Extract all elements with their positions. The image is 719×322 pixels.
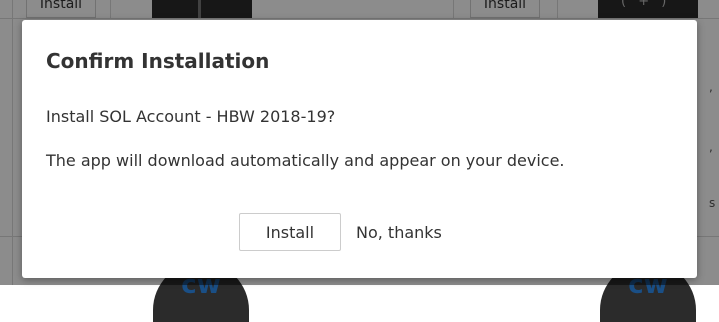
no-thanks-button[interactable]: No, thanks <box>342 213 456 251</box>
confirm-installation-dialog: Confirm Installation Install SOL Account… <box>22 20 697 278</box>
dialog-message: The app will download automatically and … <box>46 151 565 170</box>
install-button[interactable]: Install <box>239 213 341 251</box>
dialog-title: Confirm Installation <box>46 49 270 73</box>
dialog-question: Install SOL Account - HBW 2018-19? <box>46 107 336 126</box>
